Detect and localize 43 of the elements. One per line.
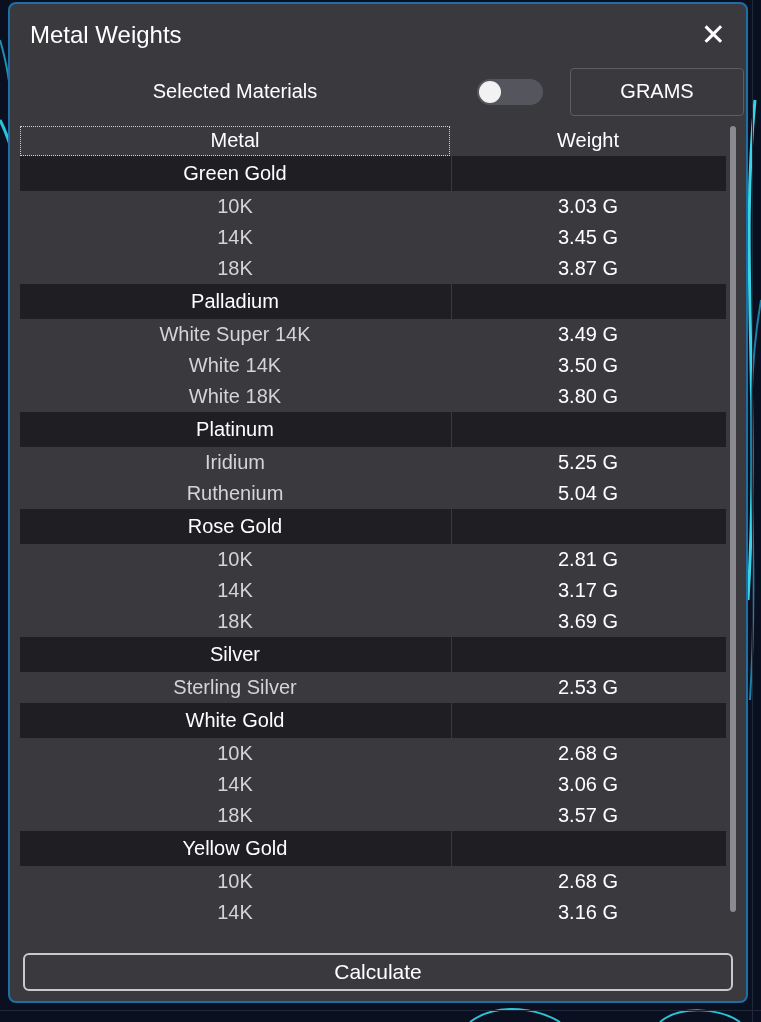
weight-cell-text: 5.25 G <box>556 449 619 475</box>
scrollbar[interactable] <box>730 125 736 912</box>
metal-cell-text: 10K <box>216 740 254 766</box>
column-header[interactable]: Metal <box>20 125 450 156</box>
weight-cell-text: 5.04 G <box>556 480 619 506</box>
weight-cell-text: 3.49 G <box>556 321 619 347</box>
metal-cell-text: 10K <box>216 868 254 894</box>
calculate-button[interactable]: Calculate <box>23 953 733 991</box>
toggle-label: Selected Materials <box>152 80 318 104</box>
dialog-title: Metal Weights <box>30 20 182 49</box>
weight-cell-text: 3.50 G <box>556 352 619 378</box>
metal-cell-text: 14K <box>216 771 254 797</box>
weight-cell-text: 3.16 G <box>556 899 619 925</box>
metal-cell-text: White 18K <box>187 383 283 409</box>
metal-cell-text: Sterling Silver <box>172 674 298 700</box>
weight-cell-text: 3.06 G <box>556 771 619 797</box>
metal-cell-text: 14K <box>216 224 254 250</box>
metal-cell-text: Ruthenium <box>185 480 285 506</box>
metal-cell-text: 18K <box>216 608 254 634</box>
metal-cell-text: White 14K <box>187 352 283 378</box>
weight-cell-text: 2.81 G <box>556 546 619 572</box>
metal-cell-text: 14K <box>216 899 254 925</box>
weight-cell-text: 2.68 G <box>556 868 619 894</box>
toggle-switch[interactable] <box>477 78 543 105</box>
weight-cell-text: 3.87 G <box>556 255 619 281</box>
metal-cell-text: 14K <box>216 577 254 603</box>
column-header[interactable]: Weight <box>450 125 726 156</box>
metal-cell-text: 18K <box>216 255 254 281</box>
metal-cell-text: White Super 14K <box>158 321 312 347</box>
close-button[interactable]: ✕ <box>696 17 730 53</box>
metal-cell-text: 18K <box>216 802 254 828</box>
weight-cell-text: 3.03 G <box>556 193 619 219</box>
weight-cell-text: 3.80 G <box>556 383 619 409</box>
weight-cell-text: 3.69 G <box>556 608 619 634</box>
metal-cell-text: 10K <box>216 193 254 219</box>
unit-button[interactable]: GRAMS <box>570 67 744 116</box>
weight-cell-text: 3.45 G <box>556 224 619 250</box>
metal-cell-text: 10K <box>216 546 254 572</box>
metal-cell-text: Iridium <box>204 449 266 475</box>
weight-cell-text: 3.17 G <box>556 577 619 603</box>
weight-cell-text: 2.68 G <box>556 740 619 766</box>
weight-cell-text: 2.53 G <box>556 674 619 700</box>
weight-cell-text: 3.57 G <box>556 802 619 828</box>
